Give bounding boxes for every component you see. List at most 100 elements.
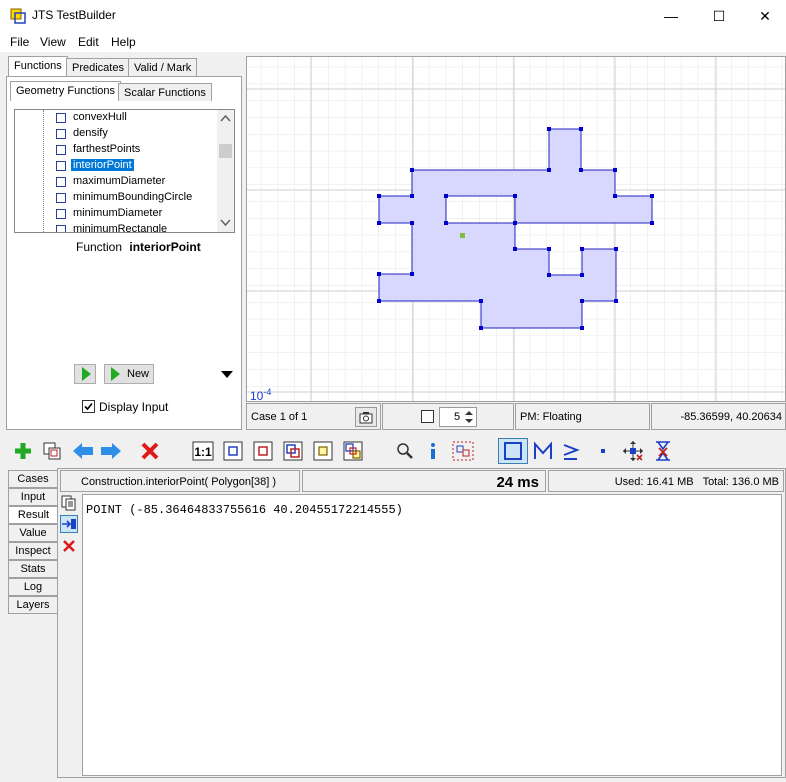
delete-case-button[interactable]	[139, 440, 161, 462]
run-button[interactable]	[74, 364, 96, 384]
tab-predicates[interactable]: Predicates	[66, 58, 130, 76]
zoom-one-button[interactable]: 1:1	[192, 440, 214, 462]
list-item-minimumrectangle[interactable]: minimumRectangle	[15, 222, 218, 232]
list-scrollbar[interactable]	[217, 110, 234, 232]
draw-polygon-button[interactable]	[498, 438, 528, 464]
result-text-area[interactable]: POINT (-85.36464833755616 40.20455172214…	[82, 494, 782, 776]
copy-result-button[interactable]	[60, 494, 78, 512]
delete-vertex-icon	[656, 441, 670, 461]
tab-stats[interactable]: Stats	[8, 560, 58, 578]
copy-case-button[interactable]	[41, 440, 63, 462]
minimize-icon: —	[664, 8, 678, 24]
magnifier-icon	[397, 443, 413, 459]
delete-icon	[141, 442, 159, 460]
camera-icon	[359, 412, 373, 424]
tab-input[interactable]: Input	[8, 488, 58, 506]
function-icon	[56, 193, 66, 203]
point-tool-icon	[601, 449, 605, 453]
plus-icon	[15, 443, 31, 459]
zoom-input-button[interactable]	[222, 440, 244, 462]
tab-inspect[interactable]: Inspect	[8, 542, 58, 560]
list-item-minimumboundingcircle[interactable]: minimumBoundingCircle	[15, 190, 218, 206]
next-case-button[interactable]	[100, 440, 122, 462]
tab-valid-mark[interactable]: Valid / Mark	[128, 58, 198, 76]
menu-edit[interactable]: Edit	[78, 35, 99, 49]
list-item-densify[interactable]: densify	[15, 126, 218, 142]
subtab-geometry-functions[interactable]: Geometry Functions	[10, 81, 122, 101]
zoom-all-button[interactable]	[282, 440, 304, 462]
zoom-one-to-one-icon: 1:1	[192, 441, 214, 461]
list-item-maximumdiameter[interactable]: maximumDiameter	[15, 174, 218, 190]
maximize-icon: ☐	[712, 7, 726, 24]
close-button[interactable]: ✕	[742, 0, 786, 32]
menu-help[interactable]: Help	[111, 35, 136, 49]
function-list[interactable]: convexHull densify farthestPoints interi…	[14, 109, 235, 233]
grid-checkbox[interactable]	[421, 410, 434, 423]
square-yellow-icon	[313, 441, 333, 461]
camera-button[interactable]	[355, 407, 377, 427]
list-item-minimumdiameter[interactable]: minimumDiameter	[15, 206, 218, 222]
send-to-input-button[interactable]	[60, 515, 78, 533]
arrow-right-icon	[101, 443, 121, 459]
subtab-scalar-functions[interactable]: Scalar Functions	[118, 83, 212, 101]
display-input-checkbox[interactable]	[82, 400, 95, 413]
function-name: interiorPoint	[129, 240, 201, 254]
send-icon	[62, 519, 76, 529]
geometry-canvas[interactable]: 10-4	[246, 56, 786, 402]
zoom-extent-button[interactable]	[342, 440, 364, 462]
svg-text:1:1: 1:1	[194, 445, 212, 459]
precision-status: PM: Floating	[515, 403, 650, 430]
copy-icon	[61, 495, 76, 511]
zoom-highlight-button[interactable]	[312, 440, 334, 462]
tab-log[interactable]: Log	[8, 578, 58, 596]
add-button[interactable]	[12, 440, 34, 462]
result-wkt: POINT (-85.36464833755616 40.20455172214…	[86, 503, 403, 517]
memory-usage: Used: 16.41 MB Total: 136.0 MB	[548, 470, 784, 492]
arrow-left-icon	[73, 443, 93, 459]
dropdown-arrow-icon[interactable]	[221, 371, 233, 378]
function-icon	[56, 225, 66, 232]
squares-overlap-icon	[283, 441, 303, 461]
edit-vertex-button[interactable]	[622, 440, 644, 462]
list-item-convexhull[interactable]: convexHull	[15, 110, 218, 126]
draw-multiline-button[interactable]	[560, 440, 582, 462]
menu-view[interactable]: View	[40, 35, 66, 49]
function-icon	[56, 177, 66, 187]
spinner-input[interactable]: 5	[439, 407, 477, 427]
extract-tool-button[interactable]	[452, 440, 474, 462]
clear-result-button[interactable]	[60, 537, 78, 555]
prev-case-button[interactable]	[72, 440, 94, 462]
tab-value[interactable]: Value	[8, 524, 58, 542]
geometry-view	[247, 57, 785, 401]
function-icon	[56, 113, 66, 123]
tab-cases[interactable]: Cases	[8, 470, 58, 488]
copy-icon	[43, 442, 61, 460]
list-item-farthestpoints[interactable]: farthestPoints	[15, 142, 218, 158]
delete-vertex-button[interactable]	[652, 440, 674, 462]
check-icon	[84, 402, 93, 411]
spinner-panel: 5	[382, 403, 514, 430]
list-item-interiorpoint[interactable]: interiorPoint	[15, 158, 218, 174]
function-caption: Function interiorPoint	[76, 240, 201, 254]
tab-result[interactable]: Result	[8, 506, 58, 524]
function-icon	[56, 209, 66, 219]
maximize-button[interactable]: ☐	[696, 0, 742, 32]
tab-layers[interactable]: Layers	[8, 596, 58, 614]
draw-line-button[interactable]	[532, 440, 554, 462]
tab-functions[interactable]: Functions	[8, 56, 68, 76]
function-icon	[56, 129, 66, 139]
multiline-tool-icon	[563, 444, 580, 460]
spinner-arrows-icon	[465, 411, 473, 423]
coordinate-readout: -85.36599, 40.20634	[651, 403, 786, 430]
interior-point	[460, 233, 465, 238]
menu-file[interactable]: File	[10, 35, 29, 49]
square-blue-icon	[223, 441, 243, 461]
new-button[interactable]: New	[104, 364, 154, 384]
draw-point-button[interactable]	[592, 440, 614, 462]
zoom-tool-button[interactable]	[394, 440, 416, 462]
minimize-button[interactable]: —	[648, 0, 694, 32]
info-tool-button[interactable]	[422, 440, 444, 462]
scrollbar-arrows-icon	[219, 114, 232, 227]
zoom-result-button[interactable]	[252, 440, 274, 462]
result-expression: Construction.interiorPoint( Polygon[38] …	[60, 470, 300, 492]
